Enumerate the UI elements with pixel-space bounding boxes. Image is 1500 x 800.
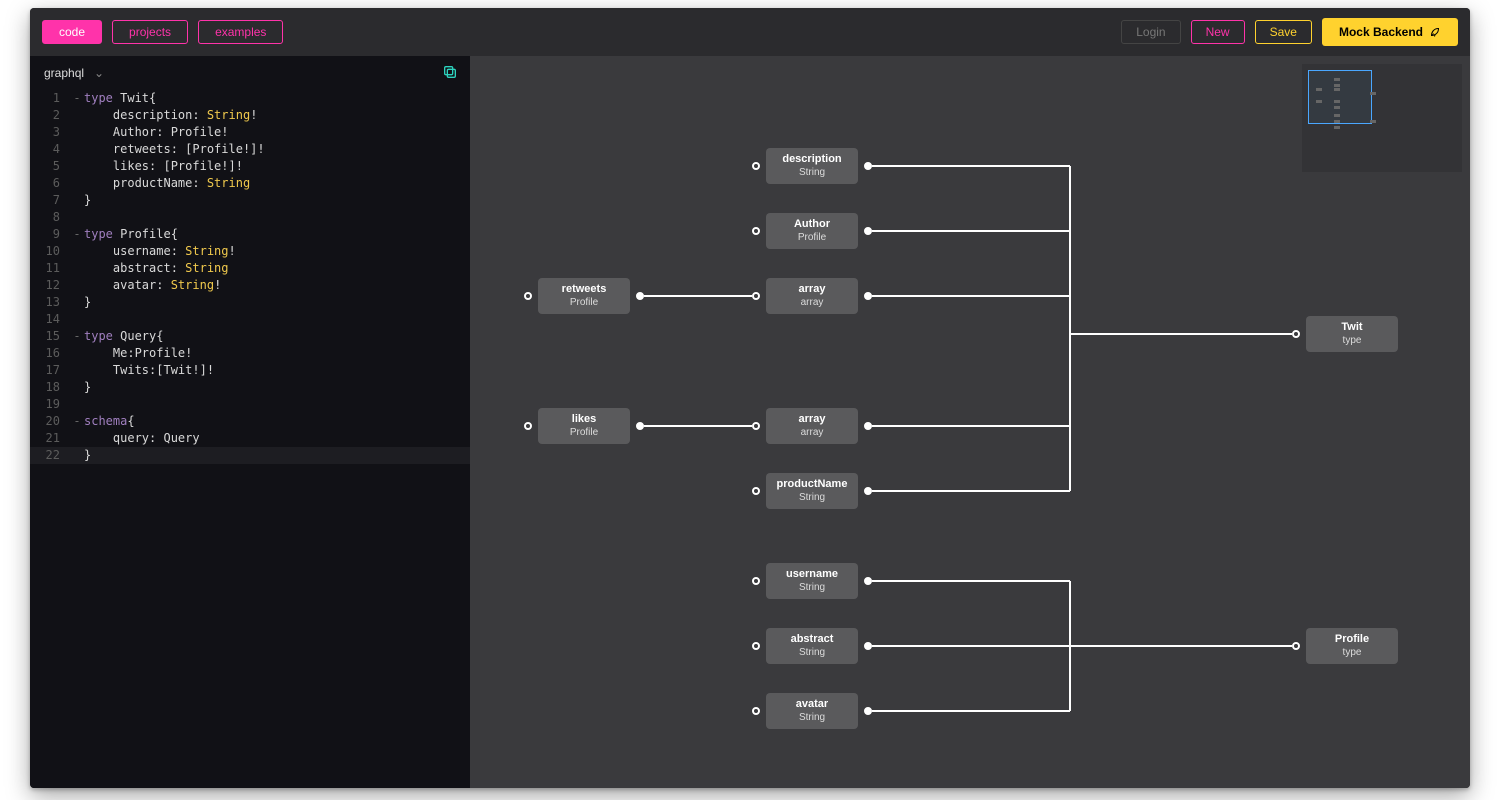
- node-port-r[interactable]: [864, 292, 872, 300]
- graph-node-productName[interactable]: productNameString: [766, 473, 858, 509]
- code-line[interactable]: 7 }: [30, 192, 470, 209]
- rocket-icon: [1429, 26, 1441, 38]
- node-port-l[interactable]: [1292, 330, 1300, 338]
- tab-code[interactable]: code: [42, 20, 102, 44]
- code-line[interactable]: 20-schema{: [30, 413, 470, 430]
- node-port-l[interactable]: [752, 707, 760, 715]
- tab-projects[interactable]: projects: [112, 20, 188, 44]
- code-line[interactable]: 1-type Twit{: [30, 90, 470, 107]
- minimap[interactable]: [1302, 64, 1462, 172]
- node-port-l[interactable]: [524, 292, 532, 300]
- app-frame: code projects examples Login New Save Mock…: [30, 8, 1470, 788]
- code-line[interactable]: 2 description: String!: [30, 107, 470, 124]
- mock-backend-button[interactable]: Mock Backend: [1322, 18, 1458, 46]
- code-line[interactable]: 18 }: [30, 379, 470, 396]
- code-editor[interactable]: graphql ⌄ 1-type Twit{2 description: Str…: [30, 56, 470, 788]
- code-line[interactable]: 4 retweets: [Profile!]!: [30, 141, 470, 158]
- graph-node-Profile[interactable]: Profiletype: [1306, 628, 1398, 664]
- graph-node-avatar[interactable]: avatarString: [766, 693, 858, 729]
- code-line[interactable]: 5 likes: [Profile!]!: [30, 158, 470, 175]
- new-button[interactable]: New: [1191, 20, 1245, 44]
- tab-examples[interactable]: examples: [198, 20, 283, 44]
- code-line[interactable]: 15-type Query{: [30, 328, 470, 345]
- code-body[interactable]: 1-type Twit{2 description: String!3 Auth…: [30, 90, 470, 464]
- copy-icon[interactable]: [440, 62, 460, 82]
- editor-header: graphql ⌄: [30, 56, 470, 90]
- mock-backend-label: Mock Backend: [1339, 25, 1423, 39]
- topbar-tabs: code projects examples: [42, 20, 283, 44]
- node-port-r[interactable]: [864, 227, 872, 235]
- node-port-r[interactable]: [864, 707, 872, 715]
- node-port-l[interactable]: [752, 487, 760, 495]
- graph-node-abstract[interactable]: abstractString: [766, 628, 858, 664]
- graph-node-likes[interactable]: likesProfile: [538, 408, 630, 444]
- graph-node-arr1[interactable]: arrayarray: [766, 278, 858, 314]
- code-line[interactable]: 19: [30, 396, 470, 413]
- node-port-l[interactable]: [752, 422, 760, 430]
- code-line[interactable]: 3 Author: Profile!: [30, 124, 470, 141]
- node-port-r[interactable]: [636, 292, 644, 300]
- code-line[interactable]: 14: [30, 311, 470, 328]
- node-port-r[interactable]: [864, 642, 872, 650]
- node-port-r[interactable]: [864, 577, 872, 585]
- node-port-l[interactable]: [752, 162, 760, 170]
- graph-node-arr2[interactable]: arrayarray: [766, 408, 858, 444]
- node-port-l[interactable]: [752, 577, 760, 585]
- code-line[interactable]: 17 Twits:[Twit!]!: [30, 362, 470, 379]
- node-port-l[interactable]: [1292, 642, 1300, 650]
- graph-node-retweets[interactable]: retweetsProfile: [538, 278, 630, 314]
- code-line[interactable]: 13 }: [30, 294, 470, 311]
- node-port-l[interactable]: [752, 642, 760, 650]
- code-line[interactable]: 8: [30, 209, 470, 226]
- node-port-l[interactable]: [524, 422, 532, 430]
- minimap-viewport[interactable]: [1308, 70, 1372, 124]
- node-port-r[interactable]: [636, 422, 644, 430]
- code-line[interactable]: 21 query: Query: [30, 430, 470, 447]
- chevron-down-icon[interactable]: ⌄: [94, 66, 104, 80]
- node-port-r[interactable]: [864, 422, 872, 430]
- node-port-l[interactable]: [752, 292, 760, 300]
- code-line[interactable]: 16 Me:Profile!: [30, 345, 470, 362]
- topbar: code projects examples Login New Save Mock…: [30, 8, 1470, 56]
- node-port-r[interactable]: [864, 162, 872, 170]
- code-line[interactable]: 12 avatar: String!: [30, 277, 470, 294]
- code-line[interactable]: 9-type Profile{: [30, 226, 470, 243]
- graph-node-username[interactable]: usernameString: [766, 563, 858, 599]
- code-line[interactable]: 10 username: String!: [30, 243, 470, 260]
- code-line[interactable]: 22 }: [30, 447, 470, 464]
- save-button[interactable]: Save: [1255, 20, 1312, 44]
- graph-node-Author[interactable]: AuthorProfile: [766, 213, 858, 249]
- code-line[interactable]: 11 abstract: String: [30, 260, 470, 277]
- graph-node-description[interactable]: descriptionString: [766, 148, 858, 184]
- code-line[interactable]: 6 productName: String: [30, 175, 470, 192]
- graph-node-Twit[interactable]: Twittype: [1306, 316, 1398, 352]
- graph-canvas[interactable]: retweetsProfile likesProfile descriptionSt…: [470, 56, 1470, 788]
- node-port-l[interactable]: [752, 227, 760, 235]
- node-port-r[interactable]: [864, 487, 872, 495]
- login-button[interactable]: Login: [1121, 20, 1180, 44]
- language-label[interactable]: graphql: [44, 66, 84, 80]
